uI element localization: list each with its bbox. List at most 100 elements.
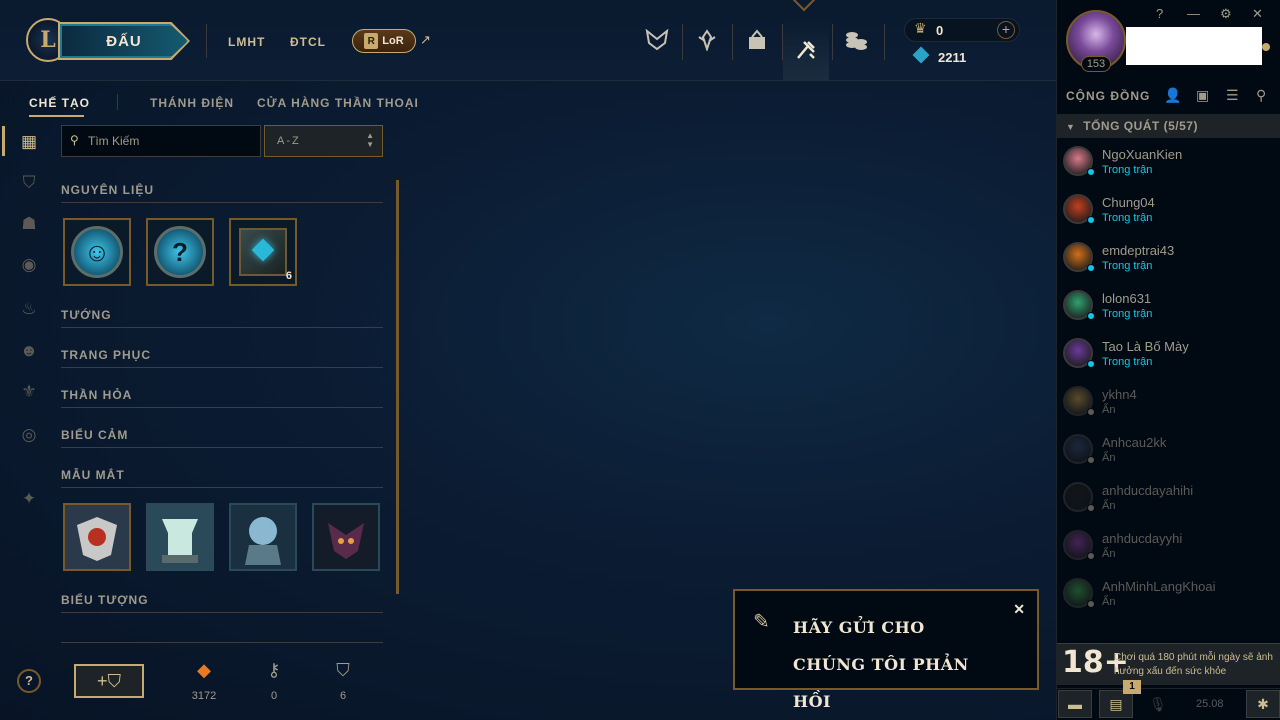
friend-list-item[interactable]: Chung04 Trong trận	[1057, 188, 1280, 236]
search-icon[interactable]: ⚲	[1256, 87, 1266, 104]
list-view-icon[interactable]: ☰	[1226, 87, 1239, 104]
friend-status-dot	[1087, 408, 1095, 416]
tab-sanctum[interactable]: THÁNH ĐIỆN	[150, 96, 234, 110]
add-friend-icon[interactable]: 👤	[1164, 87, 1181, 104]
friend-name: ykhn4	[1102, 387, 1137, 402]
friend-list-item[interactable]: Tao Là Bố Mày Trong trận	[1057, 332, 1280, 380]
close-icon[interactable]: ✕	[1252, 6, 1263, 22]
scrollbar[interactable]	[396, 180, 399, 594]
add-currency-button[interactable]: +	[997, 21, 1015, 39]
hextech-chest-tile[interactable]: 6	[229, 218, 297, 286]
chat-icon[interactable]: ▬	[1058, 690, 1092, 718]
profile-icon-filter-icon[interactable]: ◎	[18, 424, 40, 446]
section-title-champions[interactable]: TƯỚNG	[61, 308, 112, 322]
search-input[interactable]	[88, 132, 256, 150]
friend-name: Anhcau2kk	[1102, 435, 1167, 450]
friend-list-item[interactable]: AnhMinhLangKhoai Ẩn	[1057, 572, 1280, 620]
settings-icon[interactable]: ⚙	[1220, 6, 1232, 22]
tft-filter-icon[interactable]: ✦	[18, 488, 40, 510]
tab-mythic-shop[interactable]: CỬA HÀNG THẦN THOẠI	[257, 96, 419, 110]
all-items-icon[interactable]: ▦	[18, 131, 40, 153]
mystery-token-tile[interactable]: ?	[146, 218, 214, 286]
friend-list-item[interactable]: emdeptrai43 Trong trận	[1057, 236, 1280, 284]
chest-amount: 6	[339, 690, 347, 702]
friend-status: Ẩn	[1102, 452, 1116, 464]
friend-list-item[interactable]: lolon631 Trong trận	[1057, 284, 1280, 332]
summoner-name-redacted[interactable]	[1126, 27, 1262, 65]
ward-skin-tile[interactable]	[229, 503, 297, 571]
divider	[61, 367, 383, 368]
store-icon[interactable]	[836, 20, 876, 60]
lor-button[interactable]: R LoR	[352, 29, 416, 53]
ward-skin-tile[interactable]	[146, 503, 214, 571]
emote-filter-icon[interactable]: ☻	[18, 340, 40, 362]
friend-status: Trong trận	[1102, 260, 1153, 272]
mystery-token-icon: ?	[154, 226, 206, 278]
friend-status: Trong trận	[1102, 212, 1153, 224]
friend-list-item[interactable]: NgoXuanKien Trong trận	[1057, 140, 1280, 188]
item-count: 6	[285, 270, 292, 282]
friend-name: NgoXuanKien	[1102, 147, 1183, 162]
ranked-icon[interactable]	[687, 20, 727, 60]
section-title-wards[interactable]: THẦN HỎA	[61, 388, 132, 402]
friend-status: Ẩn	[1102, 596, 1116, 608]
section-title-emotes[interactable]: BIỂU CẢM	[61, 428, 128, 442]
microphone-icon[interactable]: 🎙	[1141, 690, 1175, 718]
ward-filter-icon[interactable]: ♨	[18, 298, 40, 320]
champion-filter-icon[interactable]: ☗	[18, 213, 40, 235]
emote-token-tile[interactable]: ☺	[63, 218, 131, 286]
divider	[732, 24, 733, 60]
collection-icon[interactable]	[737, 20, 777, 60]
friend-list-item[interactable]: anhducdayahihi Ẩn	[1057, 476, 1280, 524]
ward-skin-filter-icon[interactable]: ⚜	[18, 381, 40, 403]
clash-icon[interactable]	[637, 20, 677, 60]
friend-status-dot	[1087, 552, 1095, 560]
section-title-icons[interactable]: BIỂU TƯỢNG	[61, 593, 149, 607]
feedback-toast[interactable]: ✎ HÃY GỬI CHO CHÚNG TÔI PHẢN HỒI ✕	[733, 589, 1039, 711]
close-icon[interactable]: ✕	[1013, 601, 1025, 618]
ward-skin-image	[65, 505, 129, 569]
divider	[206, 24, 207, 58]
client-window: L ĐẤU LMHT ĐTCL R LoR ↗ ♛ 0 + 2211 153 ?…	[0, 0, 1280, 720]
ward-skin-image	[231, 505, 295, 569]
friend-status-dot	[1087, 216, 1095, 224]
divider	[61, 407, 383, 408]
divider	[61, 487, 383, 488]
ward-skin-tile[interactable]	[312, 503, 380, 571]
skin-filter-icon[interactable]: ◉	[18, 254, 40, 276]
ward-skin-image	[314, 505, 378, 569]
section-title-ward-skins[interactable]: MẪU MẮT	[61, 468, 125, 482]
nav-dtcl[interactable]: ĐTCL	[290, 35, 326, 49]
help-button[interactable]: ?	[17, 669, 41, 693]
loot-icon[interactable]	[783, 20, 829, 80]
chest-filter-icon[interactable]: ⛉	[18, 172, 40, 194]
ward-skin-tile[interactable]	[63, 503, 131, 571]
emote-token-icon: ☺	[71, 226, 123, 278]
play-button[interactable]: ĐẤU	[60, 24, 188, 58]
add-chest-button[interactable]: +⛉	[74, 664, 144, 698]
key-fragment-amount: 0	[270, 690, 278, 702]
rail-active-marker	[2, 126, 5, 156]
section-title-skins[interactable]: TRANG PHỤC	[61, 348, 151, 362]
bug-report-icon[interactable]: ✱	[1246, 690, 1280, 718]
add-folder-icon[interactable]: ▣	[1196, 87, 1209, 104]
lor-icon: R	[364, 33, 379, 49]
missions-icon[interactable]: ▤	[1099, 690, 1133, 718]
tab-crafting[interactable]: CHẾ TẠO	[29, 96, 90, 110]
friend-list-item[interactable]: ykhn4 Ẩn	[1057, 380, 1280, 428]
friend-group-title[interactable]: ▼ TỔNG QUÁT (5/57)	[1066, 119, 1198, 133]
help-icon[interactable]: ?	[1156, 6, 1163, 21]
feedback-text[interactable]: HÃY GỬI CHO CHÚNG TÔI PHẢN HỒI	[793, 609, 1003, 720]
minimize-icon[interactable]: —	[1187, 6, 1200, 21]
status-indicator[interactable]	[1262, 43, 1270, 51]
active-tab-underline	[29, 115, 84, 117]
sort-dropdown[interactable]: A-Z ▲ ▼	[264, 125, 383, 157]
external-link-icon: ↗	[420, 32, 431, 47]
friend-list-item[interactable]: anhducdayyhi Ẩn	[1057, 524, 1280, 572]
divider	[61, 327, 383, 328]
search-field[interactable]: ⚲	[61, 125, 261, 157]
friend-status-dot	[1087, 600, 1095, 608]
friend-status: Trong trận	[1102, 356, 1153, 368]
friend-list-item[interactable]: Anhcau2kk Ẩn	[1057, 428, 1280, 476]
nav-lmht[interactable]: LMHT	[228, 35, 265, 49]
